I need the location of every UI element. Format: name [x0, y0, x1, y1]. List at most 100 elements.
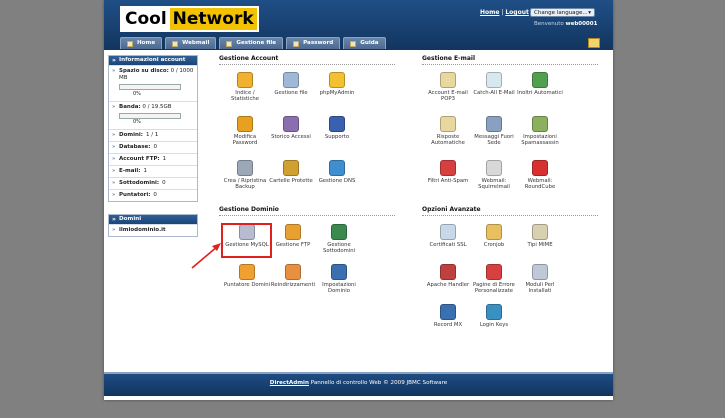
- item-label: Filtri Anti-Spam: [427, 178, 469, 184]
- section-title: Gestione Account: [219, 55, 395, 65]
- stat-value: 0: [153, 192, 157, 198]
- vacation-link[interactable]: Messaggi Fuori Sede: [470, 116, 518, 147]
- support-link[interactable]: Supporto: [313, 116, 361, 140]
- copyright-text: Pannello di controllo Web © 2009 JBMC So…: [310, 380, 448, 386]
- catch-all-link[interactable]: Catch-All E-Mail: [470, 72, 518, 96]
- nav-tabs: Home Webmail Gestione file Password Guida: [120, 37, 386, 49]
- email-account-link[interactable]: Account E-mail POP3: [424, 72, 472, 103]
- squirrelmail-icon: [486, 160, 502, 176]
- stat-label: Database:: [119, 144, 151, 150]
- login-keys-icon: [486, 304, 502, 320]
- header: Cool Network Home | Logout Change langua…: [104, 0, 613, 50]
- item-label: Catch-All E-Mail: [473, 90, 515, 96]
- mail-icon: [172, 40, 179, 47]
- folder-icon[interactable]: [588, 38, 600, 48]
- lock-link[interactable]: Modifica Password: [221, 116, 269, 147]
- log-icon: [283, 116, 299, 132]
- item-label: Gestione DNS: [318, 178, 356, 184]
- tab-gestione-file[interactable]: Gestione file: [219, 37, 284, 49]
- stat-row: Database:0: [109, 141, 197, 153]
- subdomain-link[interactable]: Gestione Sottodomini: [315, 224, 363, 255]
- disk-usage-row: Spazio su disco: 0 / 1000 MB 0%: [109, 65, 197, 101]
- protected-folder-link[interactable]: Cartelle Protette: [267, 160, 315, 184]
- forward-icon: [532, 72, 548, 88]
- section-gestione-account: Gestione Account: [219, 55, 395, 65]
- file-manager-icon: [283, 72, 299, 88]
- phpmyadmin-link[interactable]: phpMyAdmin: [313, 72, 361, 96]
- bandwidth-row: Banda: 0 / 19.5GB 0%: [109, 100, 197, 130]
- cronjob-link[interactable]: Cronjob: [470, 224, 518, 248]
- disk-label: Spazio su disco:: [119, 68, 169, 74]
- ftp-icon: [285, 224, 301, 240]
- domain-pointer-link[interactable]: Puntatore Domini: [223, 264, 271, 288]
- tab-password[interactable]: Password: [286, 37, 341, 49]
- log-link[interactable]: Storico Accessi: [267, 116, 315, 140]
- domains-box: Domini ilmiodominio.it: [108, 214, 198, 237]
- mysql-highlight-box: [221, 223, 272, 258]
- tab-webmail[interactable]: Webmail: [165, 37, 217, 49]
- logo-part2: Network: [169, 8, 257, 30]
- stat-row: Sottodomini:0: [109, 177, 197, 189]
- spam-filter-link[interactable]: Filtri Anti-Spam: [424, 160, 472, 184]
- domain-settings-link[interactable]: Impostazioni Dominio: [315, 264, 363, 295]
- redirect-icon: [285, 264, 301, 280]
- mx-record-icon: [440, 304, 456, 320]
- roundcube-link[interactable]: Webmail: RoundCube: [516, 160, 564, 191]
- file-manager-link[interactable]: Gestione file: [267, 72, 315, 96]
- statistics-icon: [237, 72, 253, 88]
- email-account-icon: [440, 72, 456, 88]
- mime-icon: [532, 224, 548, 240]
- item-label: Record MX: [433, 322, 463, 328]
- dns-link[interactable]: Gestione DNS: [313, 160, 361, 184]
- mx-record-link[interactable]: Record MX: [424, 304, 472, 328]
- perl-link[interactable]: Moduli Perl Installati: [516, 264, 564, 295]
- item-label: Modifica Password: [232, 134, 258, 147]
- home-link[interactable]: Home: [480, 9, 499, 16]
- stat-value: 1: [143, 168, 147, 174]
- item-label: Impostazioni Dominio: [322, 282, 356, 295]
- lock-icon: [237, 116, 253, 132]
- stat-rows: Domini:1 / 1Database:0Account FTP:1E-mai…: [109, 129, 197, 201]
- logo-part1: Cool: [122, 8, 170, 30]
- spamassassin-link[interactable]: Impostazioni Spamassassin: [516, 116, 564, 147]
- page-frame: Cool Network Home | Logout Change langua…: [104, 0, 613, 400]
- mime-link[interactable]: Tipi MIME: [516, 224, 564, 248]
- item-label: Webmail: Squirrelmail: [478, 178, 510, 191]
- ftp-link[interactable]: Gestione FTP: [269, 224, 317, 248]
- item-label: Cronjob: [483, 242, 505, 248]
- autoresponder-link[interactable]: Risposte Automatiche: [424, 116, 472, 147]
- tab-home[interactable]: Home: [120, 37, 163, 49]
- tab-label: Webmail: [182, 40, 210, 46]
- dns-icon: [329, 160, 345, 176]
- apache-link[interactable]: Apache Handler: [424, 264, 472, 288]
- logout-link[interactable]: Logout: [505, 9, 529, 16]
- item-label: Cartelle Protette: [269, 178, 313, 184]
- item-label: Gestione FTP: [275, 242, 311, 248]
- footer: DirectAdmin Pannello di controllo Web © …: [104, 372, 613, 396]
- squirrelmail-link[interactable]: Webmail: Squirrelmail: [470, 160, 518, 191]
- domain-link[interactable]: ilmiodominio.it: [119, 227, 166, 233]
- forward-link[interactable]: Inoltri Automatici: [516, 72, 564, 96]
- item-label: Inoltri Automatici: [517, 90, 563, 96]
- top-links: Home | Logout: [480, 9, 529, 16]
- domain-row[interactable]: ilmiodominio.it: [109, 224, 197, 236]
- redirect-link[interactable]: Reindirizzamenti: [269, 264, 317, 288]
- section-opzioni-avanzate: Opzioni Avanzate: [422, 206, 598, 216]
- ssl-link[interactable]: Certificati SSL: [424, 224, 472, 248]
- login-keys-link[interactable]: Login Keys: [470, 304, 518, 328]
- subdomain-icon: [331, 224, 347, 240]
- bandwidth-label: Banda:: [119, 103, 141, 110]
- statistics-link[interactable]: Indice / Statistiche: [221, 72, 269, 103]
- apache-icon: [440, 264, 456, 280]
- sidebar: Informazioni account Spazio su disco: 0 …: [108, 55, 198, 249]
- roundcube-icon: [532, 160, 548, 176]
- language-select[interactable]: Change language... ▾: [530, 8, 595, 17]
- welcome-text: Benvenuto web00001: [534, 21, 597, 27]
- username: web00001: [565, 21, 598, 27]
- tab-guida[interactable]: Guida: [343, 37, 386, 49]
- backup-link[interactable]: Crea / Ripristina Backup: [221, 160, 269, 191]
- error-page-link[interactable]: Pagine di Errore Personalizzate: [470, 264, 518, 295]
- directadmin-link[interactable]: DirectAdmin: [270, 380, 309, 386]
- stat-label: Puntatori:: [119, 192, 151, 198]
- backup-icon: [237, 160, 253, 176]
